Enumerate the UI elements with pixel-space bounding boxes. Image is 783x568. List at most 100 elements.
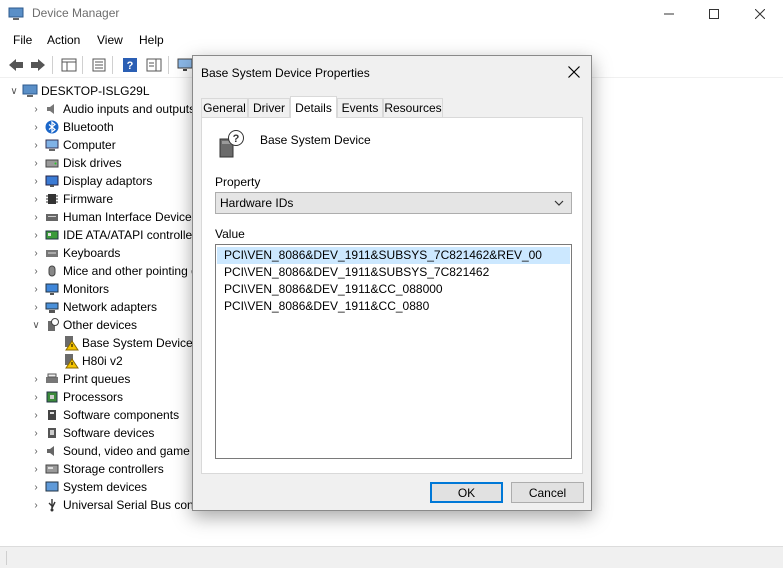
property-dropdown[interactable]: Hardware IDs <box>215 192 572 214</box>
tree-root[interactable]: ∨ DESKTOP-ISLG29L <box>6 82 149 100</box>
action-pane-button[interactable] <box>144 55 164 75</box>
chevron-right-icon[interactable]: › <box>28 388 44 406</box>
tree-item[interactable]: › Network adapters <box>28 298 157 316</box>
dialog-close-button[interactable] <box>557 56 591 88</box>
chevron-down-icon[interactable]: ∨ <box>6 82 22 100</box>
close-icon <box>568 66 580 78</box>
tab-driver[interactable]: Driver <box>248 98 290 117</box>
tree-item[interactable]: › Software devices <box>28 424 154 442</box>
toolbar-separator <box>168 56 169 74</box>
chevron-right-icon[interactable]: › <box>28 226 44 244</box>
window-title: Device Manager <box>32 6 120 20</box>
tree-item[interactable]: › Bluetooth <box>28 118 113 136</box>
tree-child-label: H80i v2 <box>82 354 123 368</box>
tree-item-label: Firmware <box>63 192 113 206</box>
tree-item[interactable]: ∨ Other devices <box>28 316 137 334</box>
tree-item[interactable]: › Human Interface Devices <box>28 208 195 226</box>
tree-item[interactable]: › Audio inputs and outputs <box>28 100 195 118</box>
value-list[interactable]: PCI\VEN_8086&DEV_1911&SUBSYS_7C821462&RE… <box>215 244 572 459</box>
chevron-right-icon[interactable]: › <box>28 118 44 136</box>
tree-item[interactable]: › Mice and other pointing devices <box>28 262 195 280</box>
tree-item-label: Mice and other pointing devices <box>63 264 195 278</box>
chevron-right-icon[interactable]: › <box>28 136 44 154</box>
menu-help[interactable]: Help <box>139 33 164 47</box>
maximize-button[interactable] <box>691 0 737 28</box>
value-item[interactable]: PCI\VEN_8086&DEV_1911&CC_0880 <box>217 298 570 315</box>
chevron-right-icon[interactable]: › <box>28 298 44 316</box>
action-pane-icon <box>146 58 162 72</box>
menu-file[interactable]: File <box>13 33 32 47</box>
menu-view[interactable]: View <box>97 33 123 47</box>
chevron-right-icon[interactable]: › <box>28 280 44 298</box>
device-tree[interactable]: ∨ DESKTOP-ISLG29L › Audio inputs and outp… <box>0 82 195 542</box>
chevron-right-icon[interactable]: › <box>28 406 44 424</box>
chevron-right-icon[interactable]: › <box>28 460 44 478</box>
chevron-down-icon[interactable]: ∨ <box>28 316 44 334</box>
forward-arrow-icon <box>31 59 45 71</box>
tree-item[interactable]: › System devices <box>28 478 147 496</box>
chevron-right-icon[interactable]: › <box>28 154 44 172</box>
tree-item[interactable]: › Processors <box>28 388 123 406</box>
warning-device-icon <box>63 335 79 351</box>
keyboard-icon <box>44 245 60 261</box>
tab-events[interactable]: Events <box>337 98 383 117</box>
chevron-down-icon <box>554 200 564 206</box>
tree-child-item[interactable]: Base System Device <box>63 334 193 352</box>
chevron-right-icon[interactable]: › <box>28 370 44 388</box>
tree-item[interactable]: › Monitors <box>28 280 109 298</box>
value-item[interactable]: PCI\VEN_8086&DEV_1911&CC_088000 <box>217 281 570 298</box>
value-item[interactable]: PCI\VEN_8086&DEV_1911&SUBSYS_7C821462 <box>217 264 570 281</box>
tree-item[interactable]: › Universal Serial Bus controllers <box>28 496 195 514</box>
tree-item-label: Computer <box>63 138 116 152</box>
tab-general[interactable]: General <box>201 98 248 117</box>
chevron-right-icon[interactable]: › <box>28 244 44 262</box>
tree-item[interactable]: › Keyboards <box>28 244 120 262</box>
ok-button[interactable]: OK <box>430 482 503 503</box>
tab-resources[interactable]: Resources <box>383 98 443 117</box>
usb-icon <box>44 497 60 513</box>
tree-item[interactable]: › Firmware <box>28 190 113 208</box>
chevron-right-icon[interactable]: › <box>28 424 44 442</box>
help-button[interactable]: ? <box>120 55 140 75</box>
chevron-right-icon[interactable]: › <box>28 442 44 460</box>
menu-action[interactable]: Action <box>47 33 80 47</box>
status-bar <box>0 546 783 568</box>
tree-item-label: Display adaptors <box>63 174 153 188</box>
tree-item[interactable]: › IDE ATA/ATAPI controllers <box>28 226 195 244</box>
tree-item[interactable]: › Storage controllers <box>28 460 163 478</box>
show-hide-tree-button[interactable] <box>59 55 79 75</box>
tree-item-label: Monitors <box>63 282 110 296</box>
close-window-button[interactable] <box>737 0 783 28</box>
tree-item[interactable]: › Print queues <box>28 370 130 388</box>
tree-child-item[interactable]: H80i v2 <box>63 352 123 370</box>
properties-dialog: Base System Device Properties General Dr… <box>192 55 592 511</box>
minimize-button[interactable] <box>646 0 692 28</box>
other-devices-icon <box>44 317 60 333</box>
tree-item[interactable]: › Computer <box>28 136 116 154</box>
software-component-icon <box>44 407 60 423</box>
tab-details[interactable]: Details <box>290 96 337 118</box>
device-name: Base System Device <box>260 133 371 147</box>
chevron-right-icon[interactable]: › <box>28 172 44 190</box>
forward-button[interactable] <box>28 55 48 75</box>
value-item[interactable]: PCI\VEN_8086&DEV_1911&SUBSYS_7C821462&RE… <box>217 247 570 264</box>
tree-item-label: Audio inputs and outputs <box>63 102 195 116</box>
storage-controller-icon <box>44 461 60 477</box>
computer-icon <box>44 137 60 153</box>
tree-item[interactable]: › Display adaptors <box>28 172 152 190</box>
bluetooth-icon <box>44 119 60 135</box>
cancel-button[interactable]: Cancel <box>511 482 584 503</box>
back-button[interactable] <box>6 55 26 75</box>
chevron-right-icon[interactable]: › <box>28 262 44 280</box>
chevron-right-icon[interactable]: › <box>28 496 44 514</box>
properties-button[interactable] <box>89 55 109 75</box>
tree-item[interactable]: › Software components <box>28 406 179 424</box>
tree-item[interactable]: › Disk drives <box>28 154 121 172</box>
details-panel: ? Base System Device Property Hardware I… <box>201 117 583 474</box>
chevron-right-icon[interactable]: › <box>28 208 44 226</box>
chevron-right-icon[interactable]: › <box>28 100 44 118</box>
tree-item[interactable]: › Sound, video and game controllers <box>28 442 195 460</box>
device-manager-app-icon <box>8 7 24 20</box>
chevron-right-icon[interactable]: › <box>28 190 44 208</box>
chevron-right-icon[interactable]: › <box>28 478 44 496</box>
